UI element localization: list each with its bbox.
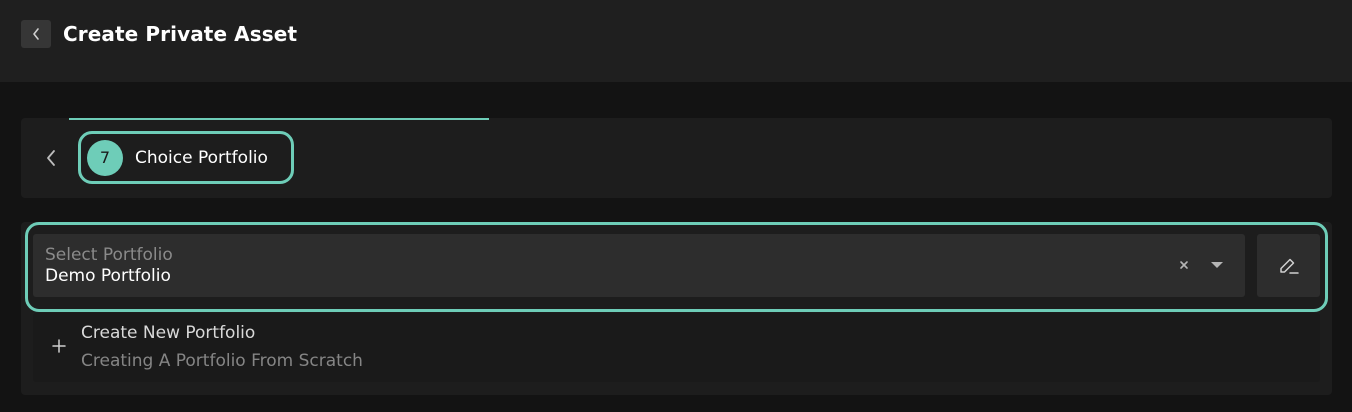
step-back-button[interactable] bbox=[41, 146, 61, 170]
caret-down-icon[interactable] bbox=[1207, 256, 1227, 274]
step-panel: 7 Choice Portfolio bbox=[21, 118, 1332, 198]
select-portfolio-label: Select Portfolio bbox=[45, 245, 173, 265]
create-new-portfolio-option[interactable]: Create New Portfolio Creating A Portfoli… bbox=[33, 313, 1320, 382]
close-icon[interactable] bbox=[1175, 256, 1193, 274]
selected-portfolio-value: Demo Portfolio bbox=[45, 266, 171, 286]
step-progress-bar bbox=[69, 118, 489, 120]
chevron-left-icon bbox=[47, 150, 55, 166]
create-new-portfolio-title: Create New Portfolio bbox=[81, 323, 256, 343]
current-step-indicator: 7 Choice Portfolio bbox=[78, 131, 294, 184]
create-new-portfolio-subtitle: Creating A Portfolio From Scratch bbox=[81, 351, 363, 371]
plus-icon bbox=[51, 338, 67, 354]
portfolio-select[interactable]: Select Portfolio Demo Portfolio bbox=[33, 234, 1245, 297]
chevron-left-icon bbox=[33, 28, 39, 40]
page-title: Create Private Asset bbox=[63, 22, 298, 46]
step-number-badge: 7 bbox=[87, 139, 123, 176]
edit-portfolio-button[interactable] bbox=[1257, 234, 1320, 297]
back-button[interactable] bbox=[21, 20, 51, 48]
portfolio-panel: Select Portfolio Demo Portfolio Create N… bbox=[21, 222, 1332, 395]
step-label: Choice Portfolio bbox=[135, 147, 268, 168]
top-bar: Create Private Asset bbox=[0, 0, 1352, 82]
pencil-icon bbox=[1279, 258, 1299, 274]
